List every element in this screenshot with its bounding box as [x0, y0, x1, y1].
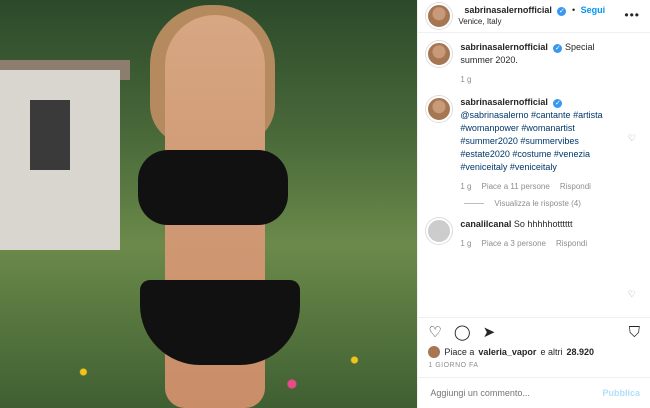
post-header: sabrinasalernofficial ✓ • Segui Venice, …: [418, 0, 650, 33]
publish-button[interactable]: Pubblica: [602, 388, 640, 398]
heart-icon[interactable]: ♡: [628, 289, 636, 300]
avatar[interactable]: [426, 3, 453, 29]
location-link[interactable]: Venice, Italy: [458, 16, 605, 28]
avatar[interactable]: [426, 96, 453, 122]
action-bar: ♡ ◯ ➤ ⛉: [418, 318, 650, 346]
verified-badge-icon: ✓: [553, 44, 563, 53]
follow-button[interactable]: Segui: [581, 5, 606, 15]
comments-list: sabrinasalernofficial ✓ Special summer 2…: [418, 33, 650, 317]
likes-prefix: Piace a: [444, 347, 475, 357]
instagram-post: sabrinasalernofficial ✓ • Segui Venice, …: [0, 0, 650, 408]
caption-time: 1 g: [460, 75, 472, 84]
comment-time: 1 g: [460, 182, 472, 191]
reply-button[interactable]: Rispondi: [560, 180, 591, 193]
likes-count[interactable]: 28.920: [566, 347, 594, 357]
comment-username[interactable]: canalilcanal: [460, 219, 511, 229]
more-icon[interactable]: •••: [624, 8, 640, 22]
comment-text: So hhhhhotttttt: [513, 219, 573, 229]
post-side-panel: sabrinasalernofficial ✓ • Segui Venice, …: [417, 0, 650, 408]
comment-likes[interactable]: Piace a 11 persone: [481, 180, 549, 193]
likes-user[interactable]: valeria_vapor: [478, 347, 536, 357]
view-replies-link[interactable]: Visualizza le risposte (4): [464, 199, 642, 208]
comment-row: canalilcanal So hhhhhotttttt 1 g Piace a…: [426, 218, 642, 299]
verified-badge-icon: ✓: [553, 99, 563, 108]
add-comment-bar: Pubblica: [418, 377, 650, 408]
comment-row: sabrinasalernofficial ✓ @sabrinasalerno …: [426, 96, 642, 193]
reply-button[interactable]: Rispondi: [556, 237, 587, 250]
bookmark-icon[interactable]: ⛉: [629, 324, 640, 341]
share-icon[interactable]: ➤: [483, 323, 496, 341]
separator-dot: •: [571, 5, 576, 15]
heart-icon[interactable]: ♡: [428, 323, 441, 341]
post-photo[interactable]: [0, 0, 418, 408]
verified-badge-icon: ✓: [557, 7, 567, 16]
likes-summary: Piace a valeria_vapor e altri 28.920: [418, 346, 650, 358]
comment-username[interactable]: sabrinasalernofficial: [460, 97, 548, 107]
avatar: [428, 346, 441, 358]
comment-time: 1 g: [460, 239, 472, 248]
comment-icon[interactable]: ◯: [454, 323, 471, 341]
comment-input[interactable]: [428, 387, 603, 399]
bikini-top: [138, 150, 288, 225]
header-username[interactable]: sabrinasalernofficial: [464, 5, 552, 15]
caption-username[interactable]: sabrinasalernofficial: [460, 42, 548, 52]
comment-text[interactable]: @sabrinasalerno #cantante #artista #woma…: [460, 110, 602, 172]
house-window: [30, 100, 70, 170]
avatar[interactable]: [426, 41, 453, 67]
caption-row: sabrinasalernofficial ✓ Special summer 2…: [426, 41, 642, 86]
heart-icon[interactable]: ♡: [628, 133, 636, 144]
likes-suffix: e altri: [540, 347, 563, 357]
flowers: [0, 288, 418, 408]
comment-likes[interactable]: Piace a 3 persone: [481, 237, 546, 250]
post-timestamp: 1 GIORNO FA: [428, 362, 479, 369]
avatar[interactable]: [426, 218, 453, 244]
